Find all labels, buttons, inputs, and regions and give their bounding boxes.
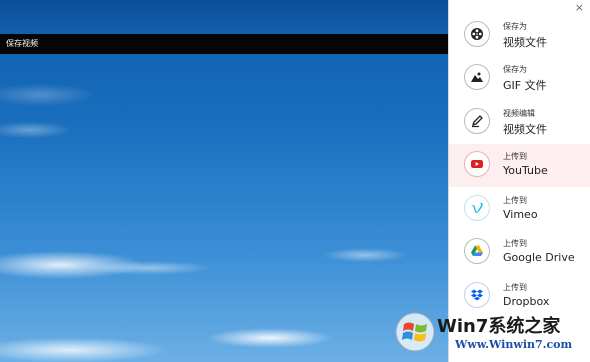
item-caption: 上传到	[503, 152, 527, 161]
desktop-background	[0, 0, 448, 362]
upload-youtube[interactable]: 上传到 YouTube	[449, 144, 590, 187]
window-title: 保存视频	[6, 39, 38, 48]
youtube-icon	[464, 151, 490, 177]
item-caption: 上传到	[503, 283, 527, 292]
google-drive-icon	[464, 238, 490, 264]
watermark: Win7系统之家 Www.Winwin7.com	[395, 308, 590, 362]
edit-pen-icon	[464, 108, 490, 134]
item-caption: 上传到	[503, 239, 527, 248]
watermark-url: Www.Winwin7.com	[455, 338, 573, 351]
save-as-gif-file[interactable]: 保存为 GIF 文件	[449, 57, 590, 100]
item-label: Google Drive	[503, 251, 575, 264]
windows-logo-icon	[395, 312, 435, 352]
film-reel-icon	[464, 21, 490, 47]
item-caption: 保存为	[503, 65, 527, 74]
image-icon	[464, 64, 490, 90]
upload-vimeo[interactable]: 上传到 Vimeo	[449, 188, 590, 231]
item-caption: 上传到	[503, 196, 527, 205]
item-label: GIF 文件	[503, 79, 547, 92]
vimeo-icon	[464, 195, 490, 221]
item-label: Vimeo	[503, 208, 538, 221]
dropbox-icon	[464, 282, 490, 308]
item-label: 视频文件	[503, 36, 547, 49]
item-caption: 保存为	[503, 22, 527, 31]
item-label: YouTube	[503, 164, 548, 177]
watermark-title: Win7系统之家	[437, 316, 561, 337]
video-edit-file[interactable]: 视频编辑 视频文件	[449, 101, 590, 144]
upload-google-drive[interactable]: 上传到 Google Drive	[449, 231, 590, 274]
title-bar: 保存视频	[0, 34, 448, 54]
item-label: Dropbox	[503, 295, 550, 308]
item-label: 视频文件	[503, 123, 547, 136]
save-as-video-file[interactable]: 保存为 视频文件	[449, 14, 590, 57]
video-preview-top	[0, 0, 448, 34]
item-caption: 视频编辑	[503, 109, 535, 118]
close-icon[interactable]: ×	[575, 1, 584, 14]
